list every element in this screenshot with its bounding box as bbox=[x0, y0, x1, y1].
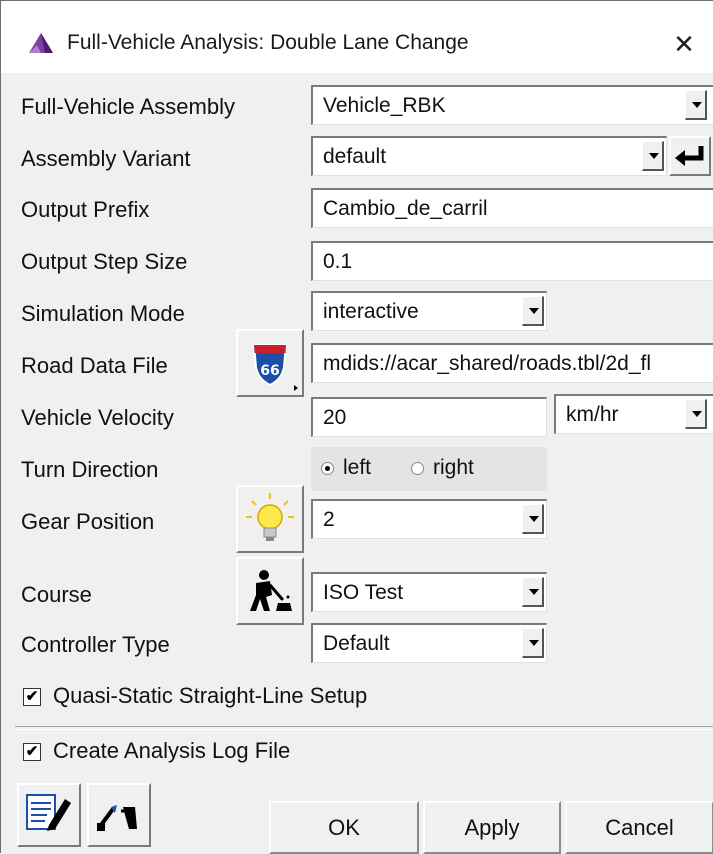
cancel-button[interactable]: Cancel bbox=[565, 801, 713, 854]
sim-mode-label: Simulation Mode bbox=[21, 301, 185, 326]
chevron-down-icon[interactable] bbox=[522, 628, 544, 658]
turn-direction-group: left right bbox=[311, 447, 547, 491]
separator bbox=[15, 726, 713, 730]
gear-value: 2 bbox=[323, 508, 335, 531]
course-label: Course bbox=[21, 582, 92, 607]
step-size-label: Output Step Size bbox=[21, 249, 188, 274]
log-file-checkbox[interactable]: ✔ bbox=[23, 743, 41, 761]
dialog-body: Full-Vehicle Assembly Vehicle_RBK Assemb… bbox=[1, 73, 713, 854]
enter-button[interactable] bbox=[669, 136, 711, 176]
chevron-down-icon[interactable] bbox=[685, 399, 707, 429]
quasi-static-checkbox[interactable]: ✔ bbox=[23, 688, 41, 706]
gear-info-button[interactable] bbox=[236, 485, 304, 553]
turn-right-label[interactable]: right bbox=[433, 456, 474, 480]
chevron-down-icon[interactable] bbox=[522, 504, 544, 534]
road-file-input[interactable]: mdids://acar_shared/roads.tbl/2d_fl bbox=[311, 343, 713, 383]
sim-mode-value: interactive bbox=[323, 300, 419, 323]
app-logo-icon bbox=[29, 33, 53, 53]
sim-mode-select[interactable]: interactive bbox=[311, 291, 547, 331]
title-bar: Full-Vehicle Analysis: Double Lane Chang… bbox=[1, 1, 713, 73]
course-info-button[interactable] bbox=[236, 557, 304, 625]
variant-value: default bbox=[323, 145, 387, 168]
ok-button[interactable]: OK bbox=[269, 801, 419, 854]
turn-label: Turn Direction bbox=[21, 457, 159, 482]
assembly-select[interactable]: Vehicle_RBK bbox=[311, 85, 713, 125]
course-value: ISO Test bbox=[323, 581, 404, 604]
road-worker-icon bbox=[250, 570, 292, 611]
edit-notes-icon bbox=[26, 794, 71, 831]
enter-arrow-icon bbox=[675, 146, 704, 166]
turn-right-radio[interactable] bbox=[411, 462, 424, 475]
variant-label: Assembly Variant bbox=[21, 146, 191, 171]
road-file-label: Road Data File bbox=[21, 353, 168, 378]
select-parts-button[interactable] bbox=[87, 783, 151, 847]
assembly-label: Full-Vehicle Assembly bbox=[21, 94, 235, 119]
velocity-unit-value: km/hr bbox=[566, 403, 619, 426]
dialog-window: Full-Vehicle Analysis: Double Lane Chang… bbox=[0, 0, 713, 854]
lightbulb-icon bbox=[246, 493, 294, 541]
gear-label: Gear Position bbox=[21, 509, 155, 534]
course-select[interactable]: ISO Test bbox=[311, 572, 547, 612]
prefix-label: Output Prefix bbox=[21, 197, 150, 222]
step-size-input[interactable]: 0.1 bbox=[311, 241, 713, 281]
chevron-down-icon[interactable] bbox=[642, 141, 664, 171]
variant-select[interactable]: default bbox=[311, 136, 667, 176]
edit-notes-button[interactable] bbox=[17, 783, 81, 847]
gear-select[interactable]: 2 bbox=[311, 499, 547, 539]
turn-left-radio[interactable] bbox=[321, 462, 334, 475]
chevron-down-icon[interactable] bbox=[522, 577, 544, 607]
close-icon: ✕ bbox=[673, 29, 695, 59]
road-sign-66-icon: 66 bbox=[252, 344, 298, 391]
controller-label: Controller Type bbox=[21, 632, 170, 657]
velocity-unit-select[interactable]: km/hr bbox=[554, 394, 713, 434]
log-file-label[interactable]: Create Analysis Log File bbox=[53, 738, 290, 764]
chevron-down-icon[interactable] bbox=[685, 90, 707, 120]
quasi-static-label[interactable]: Quasi-Static Straight-Line Setup bbox=[53, 683, 367, 709]
turn-left-label[interactable]: left bbox=[343, 456, 371, 480]
tools-icon bbox=[97, 805, 137, 831]
svg-text:66: 66 bbox=[260, 363, 279, 379]
controller-select[interactable]: Default bbox=[311, 623, 547, 663]
velocity-label: Vehicle Velocity bbox=[21, 405, 174, 430]
chevron-down-icon[interactable] bbox=[522, 296, 544, 326]
road-file-browse-button[interactable]: 66 bbox=[236, 329, 304, 397]
prefix-input[interactable]: Cambio_de_carril bbox=[311, 188, 713, 228]
window-title: Full-Vehicle Analysis: Double Lane Chang… bbox=[67, 31, 469, 54]
apply-button[interactable]: Apply bbox=[423, 801, 561, 854]
velocity-input[interactable]: 20 bbox=[311, 397, 547, 437]
close-button[interactable]: ✕ bbox=[669, 29, 699, 59]
assembly-value: Vehicle_RBK bbox=[323, 94, 446, 117]
controller-value: Default bbox=[323, 632, 390, 655]
